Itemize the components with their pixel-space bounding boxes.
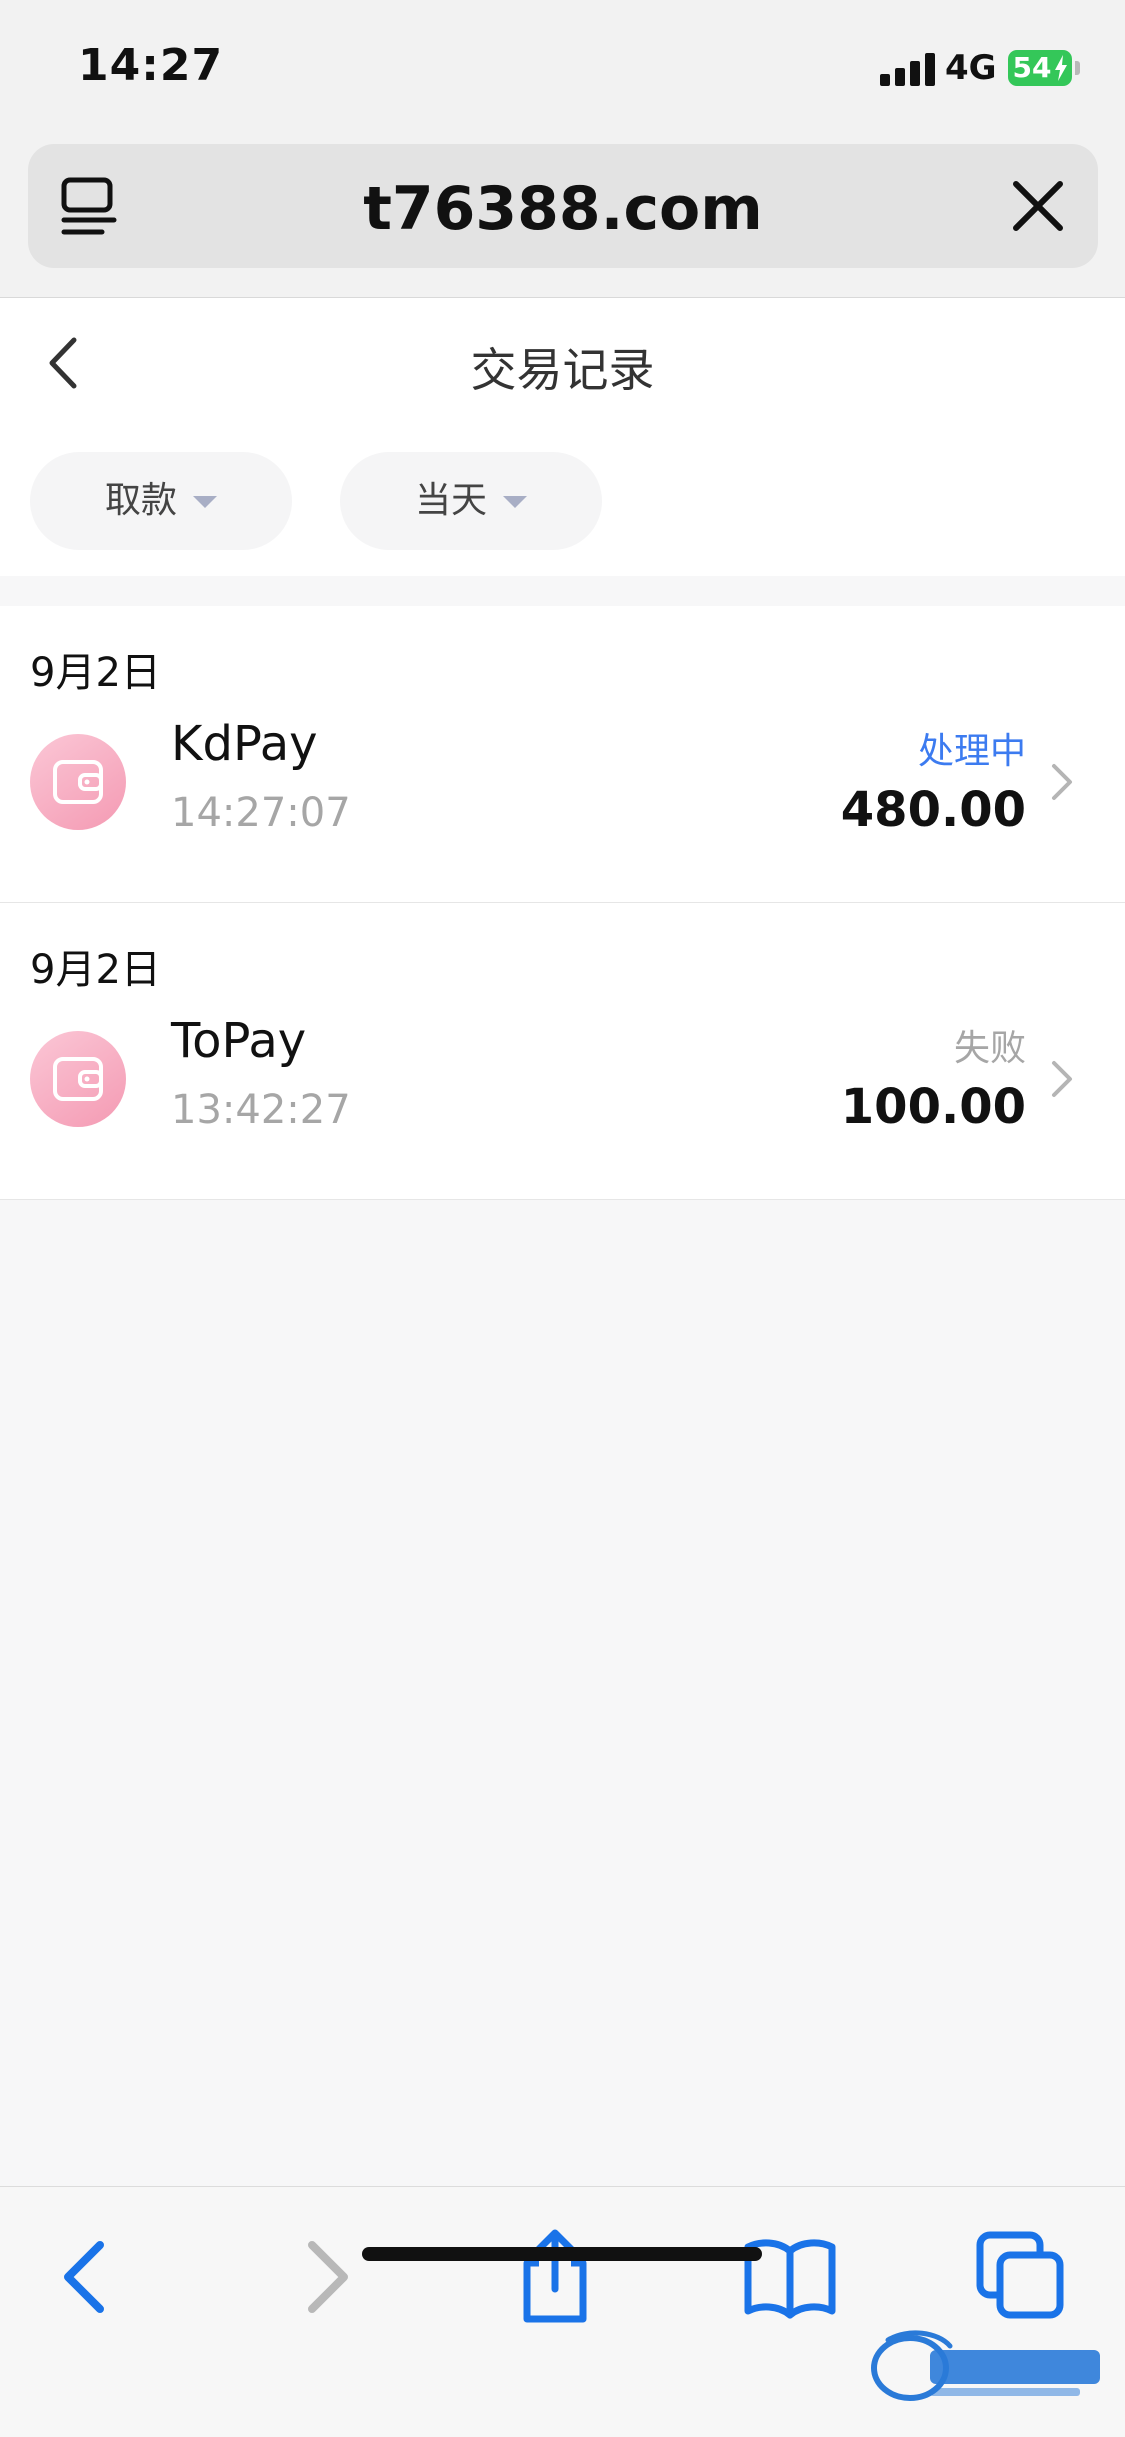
date-range-filter[interactable]: 当天 (340, 452, 602, 550)
caret-down-icon (193, 496, 217, 508)
wallet-icon (30, 1031, 126, 1127)
status-badge: 失败 (953, 1028, 1026, 1069)
status-badge: 处理中 (917, 731, 1026, 772)
home-indicator (362, 2247, 762, 2261)
cellular-signal-icon (880, 52, 936, 86)
status-time: 14:27 (78, 40, 224, 91)
close-icon[interactable] (1008, 176, 1068, 236)
battery-cap (1075, 61, 1080, 75)
status-bar: 14:27 4G 54 (0, 0, 1125, 140)
transaction-type-label: 取款 (104, 480, 177, 521)
transaction-amount: 480.00 (840, 782, 1026, 838)
chevron-right-icon (1052, 1061, 1072, 1097)
transaction-amount: 100.00 (840, 1079, 1026, 1135)
transaction-list: 9月2日 KdPay 14:27:07 处理中 480.00 9月2日 ToPa… (0, 606, 1125, 1200)
battery-percent: 54 (1012, 51, 1052, 84)
chevron-right-icon (1052, 764, 1072, 800)
forward-icon[interactable] (278, 2227, 378, 2327)
network-type: 4G (945, 48, 997, 88)
transaction-row[interactable]: 9月2日 KdPay 14:27:07 处理中 480.00 (0, 606, 1125, 903)
transaction-date: 9月2日 (30, 947, 161, 993)
transaction-type-filter[interactable]: 取款 (30, 452, 292, 550)
payment-channel-name: KdPay (171, 716, 318, 772)
browser-address-area: t76388.com (0, 140, 1125, 298)
transaction-row[interactable]: 9月2日 ToPay 13:42:27 失败 100.00 (0, 903, 1125, 1200)
back-icon[interactable] (34, 2227, 134, 2327)
page-header: 交易记录 取款 当天 (0, 298, 1125, 576)
url-text[interactable]: t76388.com (28, 174, 1098, 244)
charging-bolt-icon (1055, 55, 1067, 81)
transaction-time: 13:42:27 (171, 1087, 351, 1133)
tabs-icon[interactable] (970, 2227, 1070, 2327)
watermark-logo (871, 2330, 1100, 2401)
transaction-date: 9月2日 (30, 650, 161, 696)
page-title: 交易记录 (470, 343, 655, 397)
share-icon[interactable] (505, 2227, 605, 2327)
date-range-label: 当天 (414, 480, 487, 521)
payment-channel-name: ToPay (171, 1013, 307, 1069)
wallet-icon (30, 734, 126, 830)
address-bar[interactable]: t76388.com (28, 144, 1098, 268)
battery-icon: 54 (1008, 50, 1072, 86)
caret-down-icon (503, 496, 527, 508)
transaction-time: 14:27:07 (171, 790, 351, 836)
bookmarks-icon[interactable] (740, 2227, 840, 2327)
